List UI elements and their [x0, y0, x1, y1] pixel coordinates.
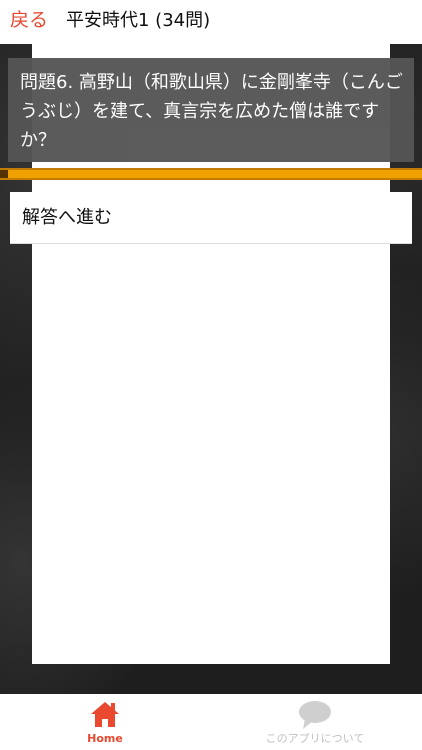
bottom-nav: Home このアプリについて — [0, 694, 422, 750]
chat-bubble-icon — [297, 700, 333, 734]
home-icon — [90, 700, 120, 732]
nav-about-app[interactable]: このアプリについて — [250, 694, 380, 750]
question-text: 問題6. 高野山（和歌山県）に金剛峯寺（こんごうぶじ）を建て、真言宗を広めた僧は… — [20, 72, 403, 151]
progress-fill — [0, 170, 9, 178]
back-button[interactable]: 戻る — [10, 8, 48, 32]
quiz-area: 問題6. 高野山（和歌山県）に金剛峯寺（こんごうぶじ）を建て、真言宗を広めた僧は… — [0, 44, 422, 694]
page-title: 平安時代1 (34問) — [66, 10, 211, 31]
proceed-to-answer-button[interactable]: 解答へ進む — [10, 192, 412, 244]
nav-home-label: Home — [87, 732, 123, 745]
question-box: 問題6. 高野山（和歌山県）に金剛峯寺（こんごうぶじ）を建て、真言宗を広めた僧は… — [8, 58, 414, 162]
proceed-to-answer-label: 解答へ進む — [22, 207, 112, 228]
nav-home[interactable]: Home — [60, 694, 150, 750]
progress-bar — [0, 168, 422, 180]
nav-about-label: このアプリについて — [265, 732, 365, 745]
app-header: 戻る 平安時代1 (34問) — [0, 0, 422, 44]
